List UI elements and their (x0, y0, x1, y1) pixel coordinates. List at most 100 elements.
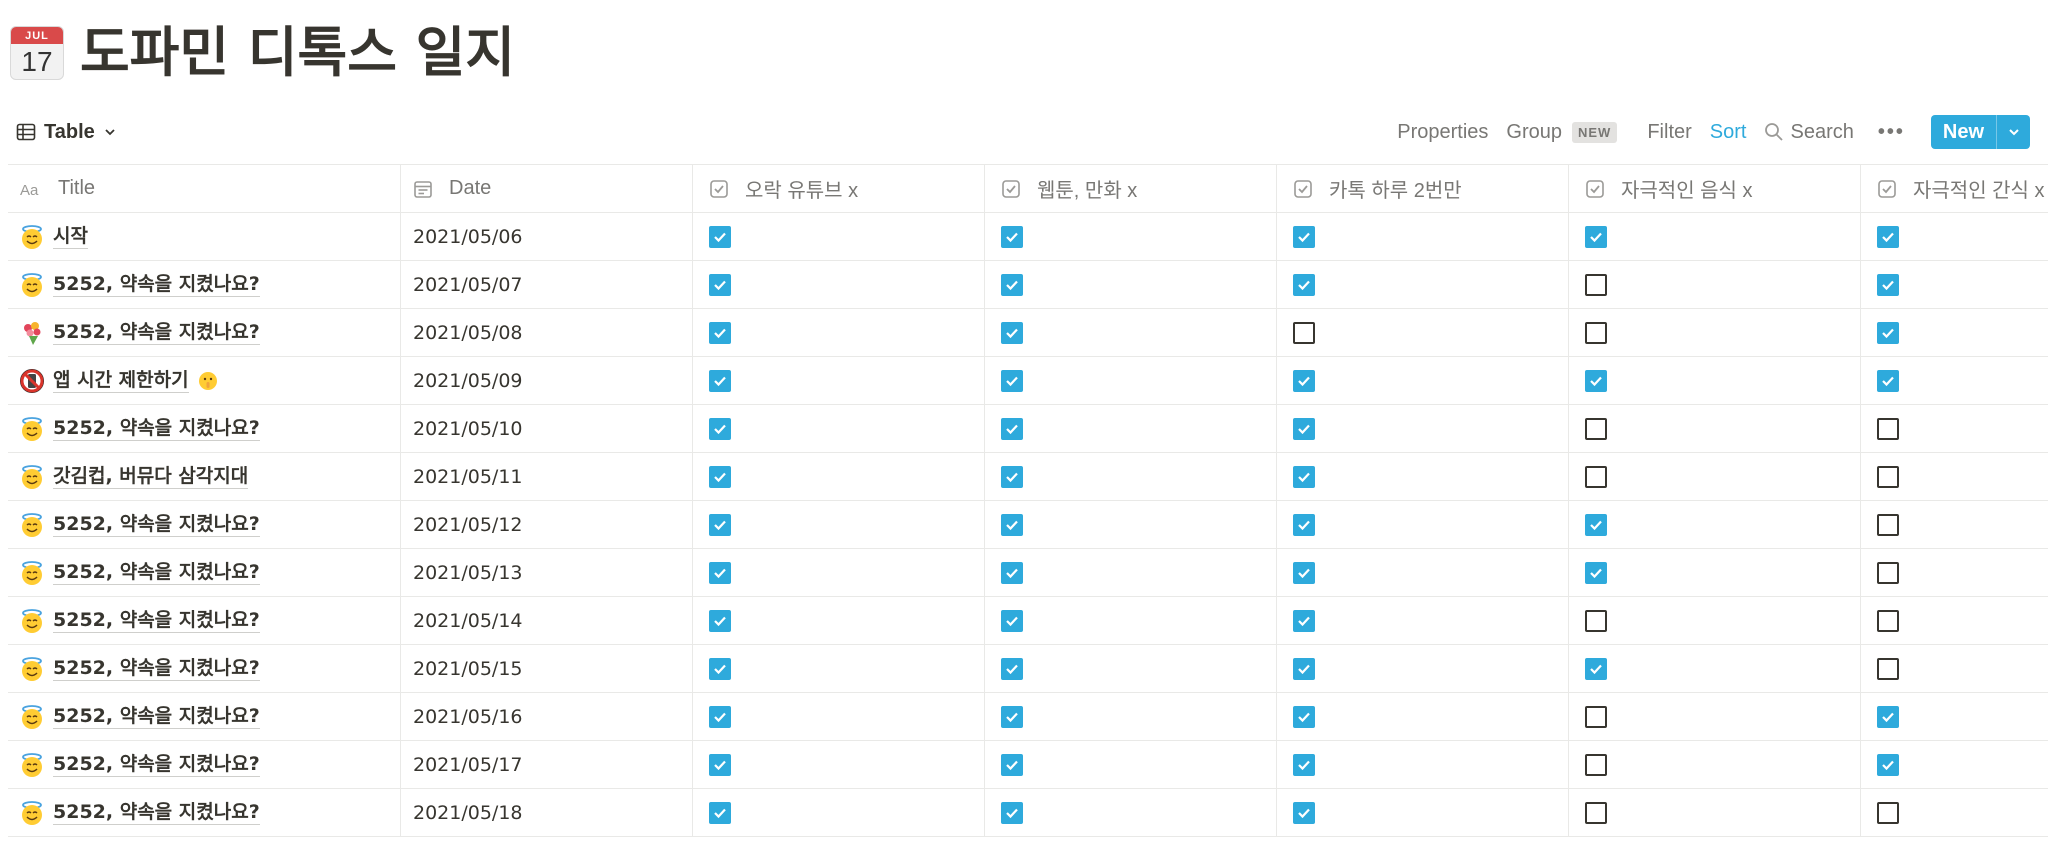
checkbox-unchecked[interactable] (1585, 705, 1607, 728)
title-cell[interactable]: 갓김컵, 버뮤다 삼각지대 (8, 453, 401, 500)
checkbox-cell-c4[interactable] (1569, 501, 1861, 548)
column-header-c2[interactable]: 웹툰, 만화 x (985, 165, 1277, 212)
checkbox-cell-c4[interactable] (1569, 693, 1861, 740)
filter-button[interactable]: Filter (1647, 121, 1691, 144)
checkbox-cell-c5[interactable] (1861, 693, 2048, 740)
table-row[interactable]: 5252, 약속을 지켰나요? 2021/05/10 (8, 405, 2048, 453)
checkbox-unchecked[interactable] (1585, 273, 1607, 296)
checkbox-checked[interactable] (1877, 369, 1899, 392)
checkbox-checked[interactable] (1001, 465, 1023, 488)
checkbox-cell-c2[interactable] (985, 549, 1277, 596)
checkbox-cell-c2[interactable] (985, 261, 1277, 308)
checkbox-checked[interactable] (1293, 705, 1315, 728)
checkbox-checked[interactable] (709, 705, 731, 728)
row-title[interactable]: 5252, 약속을 지켰나요? (53, 608, 260, 633)
new-dropdown-button[interactable] (1996, 115, 2030, 149)
checkbox-cell-c1[interactable] (693, 357, 985, 404)
table-row[interactable]: 5252, 약속을 지켰나요? 2021/05/12 (8, 501, 2048, 549)
checkbox-unchecked[interactable] (1585, 321, 1607, 344)
checkbox-cell-c1[interactable] (693, 213, 985, 260)
checkbox-checked[interactable] (1585, 657, 1607, 680)
column-header-c5[interactable]: 자극적인 간식 x (1861, 165, 2048, 212)
page-title[interactable]: 도파민 디톡스 일지 (80, 18, 515, 88)
title-cell[interactable]: 5252, 약속을 지켰나요? (8, 693, 401, 740)
title-cell[interactable]: 5252, 약속을 지켰나요? (8, 261, 401, 308)
checkbox-cell-c3[interactable] (1277, 549, 1569, 596)
row-title[interactable]: 5252, 약속을 지켰나요? (53, 272, 260, 297)
checkbox-checked[interactable] (1001, 609, 1023, 632)
checkbox-checked[interactable] (1001, 225, 1023, 248)
checkbox-cell-c1[interactable] (693, 405, 985, 452)
checkbox-unchecked[interactable] (1877, 801, 1899, 824)
date-cell[interactable]: 2021/05/18 (401, 789, 693, 836)
checkbox-checked[interactable] (709, 225, 731, 248)
checkbox-checked[interactable] (1293, 225, 1315, 248)
checkbox-cell-c3[interactable] (1277, 789, 1569, 836)
column-header-c1[interactable]: 오락 유튜브 x (693, 165, 985, 212)
checkbox-checked[interactable] (1293, 417, 1315, 440)
row-title[interactable]: 5252, 약속을 지켰나요? (53, 800, 260, 825)
checkbox-cell-c3[interactable] (1277, 261, 1569, 308)
row-title[interactable]: 5252, 약속을 지켰나요? (53, 560, 260, 585)
checkbox-cell-c4[interactable] (1569, 789, 1861, 836)
table-row[interactable]: 5252, 약속을 지켰나요? 2021/05/14 (8, 597, 2048, 645)
date-cell[interactable]: 2021/05/13 (401, 549, 693, 596)
checkbox-cell-c5[interactable] (1861, 261, 2048, 308)
checkbox-cell-c3[interactable] (1277, 357, 1569, 404)
checkbox-cell-c3[interactable] (1277, 501, 1569, 548)
checkbox-checked[interactable] (1001, 657, 1023, 680)
more-options-icon[interactable]: ••• (1878, 121, 1905, 144)
table-row[interactable]: 시작 2021/05/06 (8, 213, 2048, 261)
checkbox-cell-c1[interactable] (693, 453, 985, 500)
checkbox-cell-c3[interactable] (1277, 597, 1569, 644)
checkbox-cell-c1[interactable] (693, 741, 985, 788)
checkbox-cell-c3[interactable] (1277, 213, 1569, 260)
checkbox-unchecked[interactable] (1877, 465, 1899, 488)
checkbox-cell-c5[interactable] (1861, 501, 2048, 548)
title-cell[interactable]: 5252, 약속을 지켰나요? (8, 405, 401, 452)
checkbox-checked[interactable] (1001, 705, 1023, 728)
checkbox-cell-c1[interactable] (693, 693, 985, 740)
checkbox-cell-c2[interactable] (985, 213, 1277, 260)
row-title[interactable]: 5252, 약속을 지켰나요? (53, 704, 260, 729)
group-button[interactable]: Group NEW (1506, 121, 1618, 144)
checkbox-checked[interactable] (1001, 417, 1023, 440)
date-cell[interactable]: 2021/05/07 (401, 261, 693, 308)
checkbox-cell-c4[interactable] (1569, 549, 1861, 596)
table-row[interactable]: 5252, 약속을 지켰나요? 2021/05/18 (8, 789, 2048, 837)
column-header-c3[interactable]: 카톡 하루 2번만 (1277, 165, 1569, 212)
checkbox-cell-c4[interactable] (1569, 645, 1861, 692)
checkbox-checked[interactable] (1877, 753, 1899, 776)
checkbox-checked[interactable] (1585, 225, 1607, 248)
checkbox-unchecked[interactable] (1877, 561, 1899, 584)
checkbox-unchecked[interactable] (1585, 417, 1607, 440)
table-row[interactable]: 5252, 약속을 지켰나요? 2021/05/16 (8, 693, 2048, 741)
checkbox-checked[interactable] (709, 561, 731, 584)
checkbox-cell-c5[interactable] (1861, 309, 2048, 356)
sort-button[interactable]: Sort (1710, 121, 1747, 144)
date-cell[interactable]: 2021/05/16 (401, 693, 693, 740)
checkbox-checked[interactable] (709, 609, 731, 632)
checkbox-cell-c5[interactable] (1861, 741, 2048, 788)
checkbox-checked[interactable] (709, 273, 731, 296)
checkbox-unchecked[interactable] (1293, 321, 1315, 344)
checkbox-checked[interactable] (1293, 369, 1315, 392)
table-row[interactable]: 5252, 약속을 지켰나요? 2021/05/08 (8, 309, 2048, 357)
checkbox-checked[interactable] (1585, 561, 1607, 584)
checkbox-unchecked[interactable] (1877, 513, 1899, 536)
column-header-title[interactable]: Aa Title (8, 165, 401, 212)
date-cell[interactable]: 2021/05/10 (401, 405, 693, 452)
checkbox-checked[interactable] (1877, 705, 1899, 728)
checkbox-cell-c2[interactable] (985, 693, 1277, 740)
checkbox-checked[interactable] (1877, 225, 1899, 248)
date-cell[interactable]: 2021/05/15 (401, 645, 693, 692)
checkbox-checked[interactable] (1877, 273, 1899, 296)
checkbox-cell-c4[interactable] (1569, 309, 1861, 356)
checkbox-checked[interactable] (1293, 801, 1315, 824)
table-row[interactable]: 앱 시간 제한하기 2021/05/09 (8, 357, 2048, 405)
title-cell[interactable]: 시작 (8, 213, 401, 260)
date-cell[interactable]: 2021/05/06 (401, 213, 693, 260)
checkbox-unchecked[interactable] (1585, 801, 1607, 824)
title-cell[interactable]: 5252, 약속을 지켰나요? (8, 741, 401, 788)
checkbox-cell-c1[interactable] (693, 549, 985, 596)
